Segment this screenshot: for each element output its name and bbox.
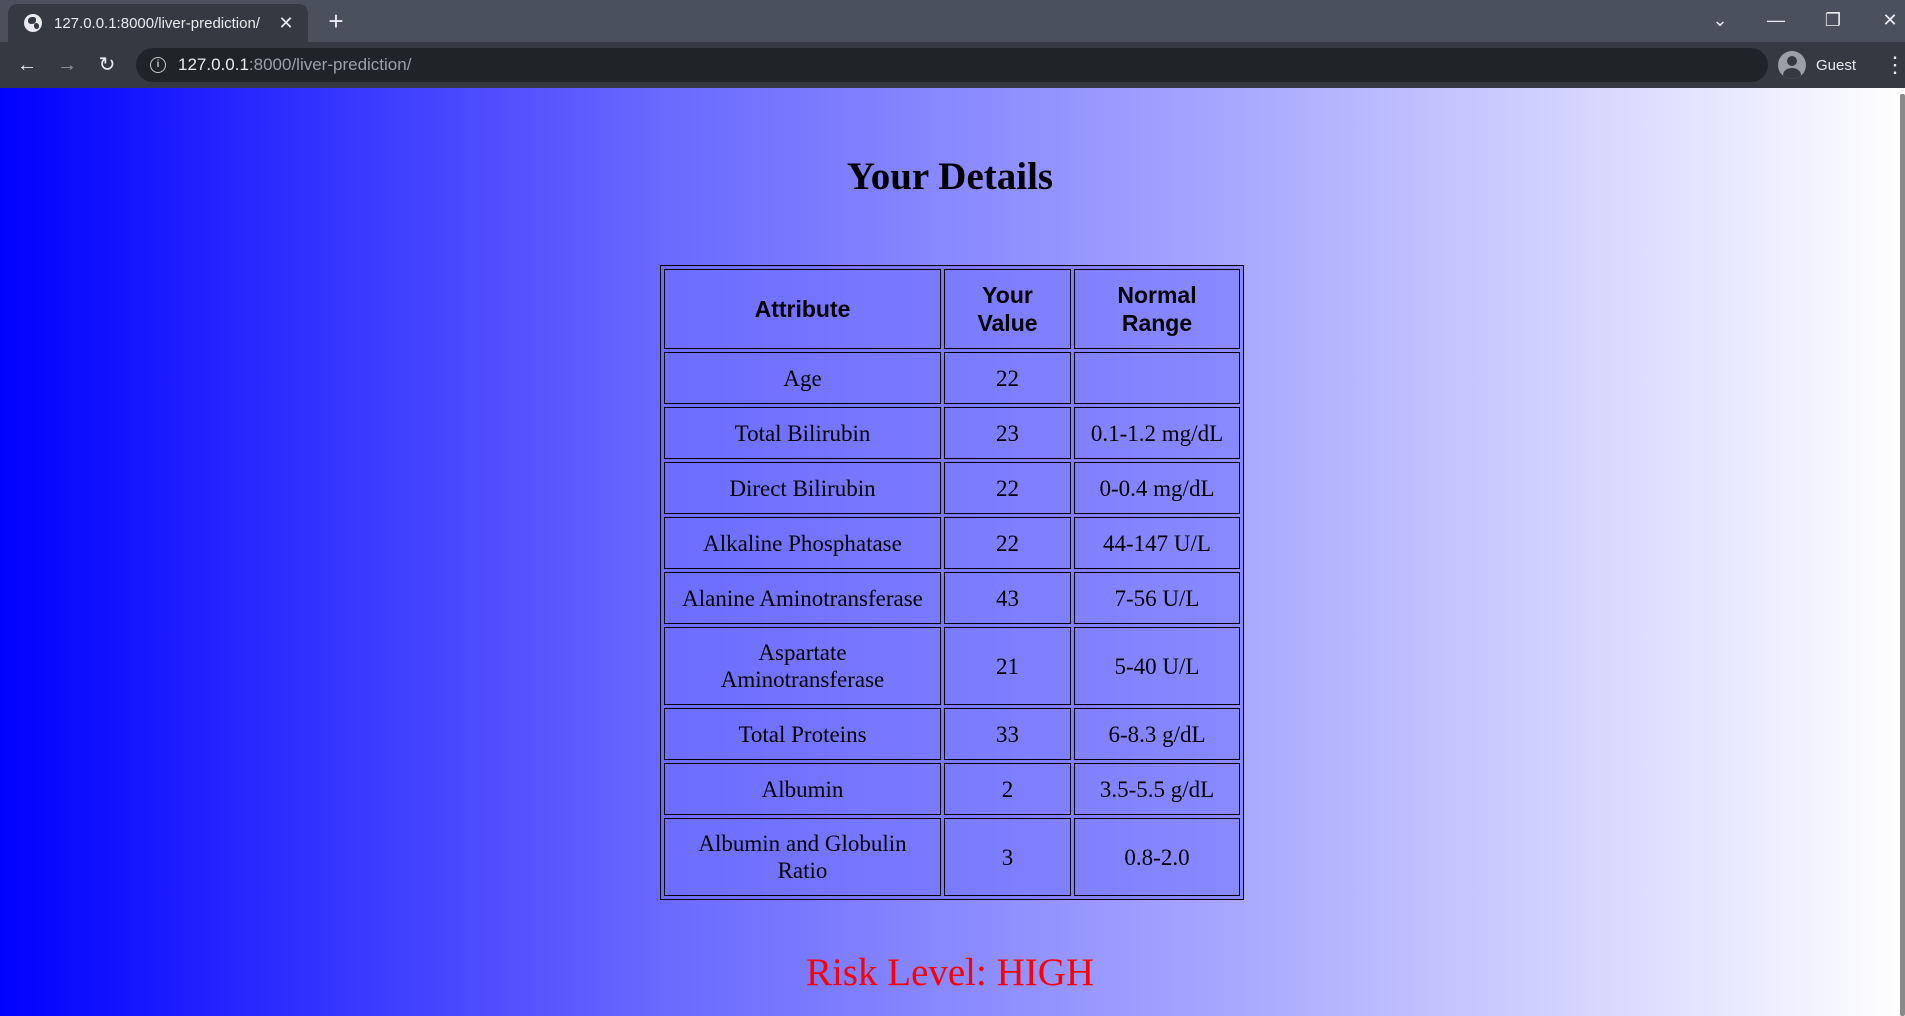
table-row: Direct Bilirubin 22 0-0.4 mg/dL [664, 462, 1240, 514]
globe-icon [24, 14, 42, 32]
cell-attribute: Aspartate Aminotransferase [664, 627, 941, 705]
cell-attribute: Albumin and Globulin Ratio [664, 818, 941, 896]
cell-attribute-text: Aspartate Aminotransferase [720, 640, 885, 692]
cell-value: 3 [944, 818, 1071, 896]
cell-range: 0.1-1.2 mg/dL [1074, 407, 1240, 459]
cell-attribute: Total Proteins [664, 708, 941, 760]
browser-menu-icon[interactable]: ⋮ [1884, 50, 1905, 80]
cell-value: 21 [944, 627, 1071, 705]
table-row: Albumin 2 3.5-5.5 g/dL [664, 763, 1240, 815]
header-your-value: Your Value [944, 269, 1071, 349]
tab-search-icon[interactable]: ⌄ [1700, 6, 1740, 34]
cell-attribute-text: Albumin and Globulin Ratio [698, 831, 907, 883]
close-window-icon[interactable]: ✕ [1870, 6, 1905, 34]
cell-value: 22 [944, 462, 1071, 514]
address-bar[interactable]: i 127.0.0.1:8000/liver-prediction/ [136, 48, 1768, 82]
cell-range: 0.8-2.0 [1074, 818, 1240, 896]
site-info-icon[interactable]: i [150, 57, 166, 73]
scrollbar-thumb[interactable] [1900, 94, 1905, 1016]
profile-button[interactable]: Guest [1778, 49, 1856, 81]
tab-strip: 127.0.0.1:8000/liver-prediction/ ✕ + ⌄ —… [0, 0, 1905, 42]
table-row: Total Bilirubin 23 0.1-1.2 mg/dL [664, 407, 1240, 459]
header-your-value-text: Your Value [977, 282, 1038, 336]
url-path: :8000/liver-prediction/ [248, 55, 412, 74]
cell-range: 44-147 U/L [1074, 517, 1240, 569]
table-row: Alanine Aminotransferase 43 7-56 U/L [664, 572, 1240, 624]
cell-value: 23 [944, 407, 1071, 459]
cell-value: 33 [944, 708, 1071, 760]
cell-value: 22 [944, 352, 1071, 404]
forward-icon[interactable]: → [52, 50, 82, 80]
profile-name: Guest [1816, 56, 1857, 74]
header-normal-range-text: Normal Range [1117, 282, 1197, 336]
table-row: Albumin and Globulin Ratio 3 0.8-2.0 [664, 818, 1240, 896]
cell-value: 22 [944, 517, 1071, 569]
table-row: Age 22 [664, 352, 1240, 404]
cell-attribute: Total Bilirubin [664, 407, 941, 459]
cell-value: 2 [944, 763, 1071, 815]
cell-attribute: Albumin [664, 763, 941, 815]
tab-title: 127.0.0.1:8000/liver-prediction/ [54, 14, 260, 32]
cell-range: 3.5-5.5 g/dL [1074, 763, 1240, 815]
browser-tab-active[interactable]: 127.0.0.1:8000/liver-prediction/ ✕ [8, 4, 308, 42]
cell-attribute: Direct Bilirubin [664, 462, 941, 514]
reload-icon[interactable]: ↻ [92, 50, 122, 80]
cell-range [1074, 352, 1240, 404]
cell-attribute: Alanine Aminotransferase [664, 572, 941, 624]
page-viewport: Your Details Attribute Your Value Normal… [0, 88, 1905, 1016]
header-normal-range: Normal Range [1074, 269, 1240, 349]
cell-attribute: Alkaline Phosphatase [664, 517, 941, 569]
table-row: Aspartate Aminotransferase 21 5-40 U/L [664, 627, 1240, 705]
cell-range: 6-8.3 g/dL [1074, 708, 1240, 760]
restore-icon[interactable]: ❐ [1813, 6, 1853, 34]
url-host: 127.0.0.1 [178, 55, 249, 74]
url-text: 127.0.0.1:8000/liver-prediction/ [178, 55, 411, 75]
minimize-icon[interactable]: — [1756, 6, 1796, 34]
close-tab-icon[interactable]: ✕ [276, 13, 296, 34]
header-attribute: Attribute [664, 269, 941, 349]
browser-toolbar: ← → ↻ i 127.0.0.1:8000/liver-prediction/… [0, 42, 1905, 88]
cell-range: 0-0.4 mg/dL [1074, 462, 1240, 514]
page-title: Your Details [846, 155, 1054, 198]
details-table: Attribute Your Value Normal Range Age 22… [660, 265, 1244, 900]
cell-value: 43 [944, 572, 1071, 624]
cell-attribute: Age [664, 352, 941, 404]
new-tab-button[interactable]: + [322, 8, 350, 36]
guest-avatar-icon [1778, 51, 1806, 79]
risk-level: Risk Level: HIGH [805, 951, 1095, 994]
cell-range: 7-56 U/L [1074, 572, 1240, 624]
back-icon[interactable]: ← [12, 50, 42, 80]
scrollbar[interactable] [1900, 88, 1905, 1016]
table-row: Total Proteins 33 6-8.3 g/dL [664, 708, 1240, 760]
table-row: Alkaline Phosphatase 22 44-147 U/L [664, 517, 1240, 569]
table-header-row: Attribute Your Value Normal Range [664, 269, 1240, 349]
cell-range: 5-40 U/L [1074, 627, 1240, 705]
